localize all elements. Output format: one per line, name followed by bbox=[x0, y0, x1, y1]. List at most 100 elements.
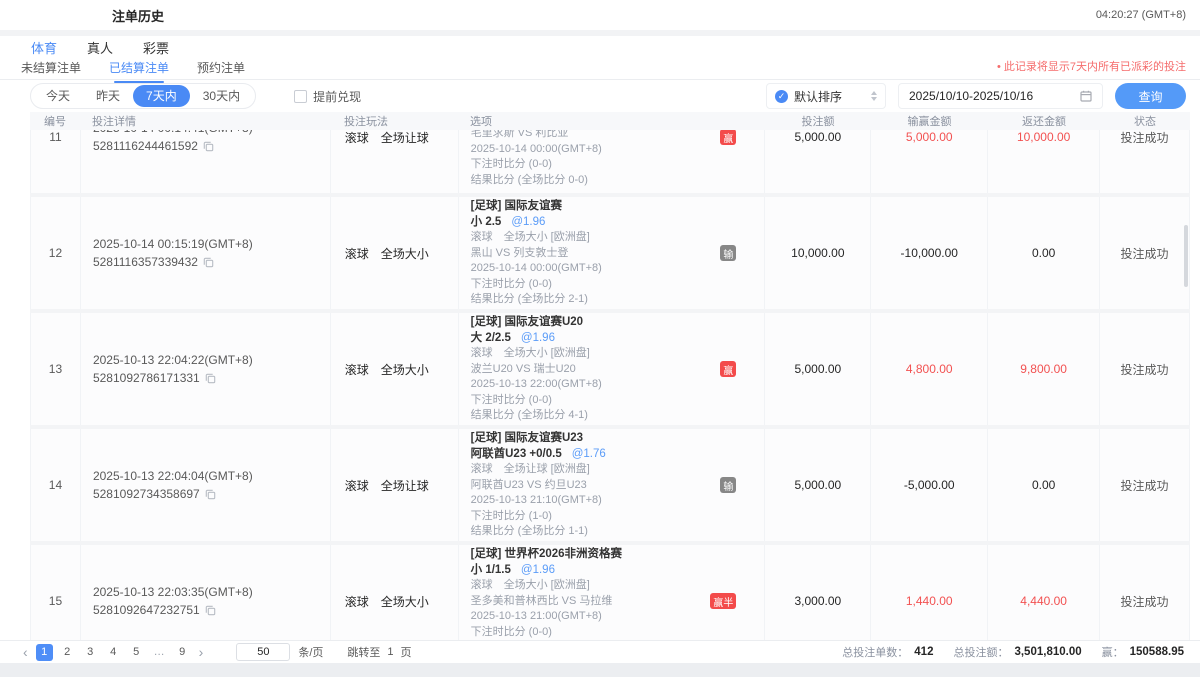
per-page-label: 条/页 bbox=[298, 644, 323, 660]
bet-selection: 大 2/2.5@1.96 bbox=[471, 330, 713, 346]
bet-play-type: 滚球 全场大小 bbox=[331, 313, 459, 425]
jump-page-suffix: 页 bbox=[401, 644, 412, 660]
order-number: 5281116244461592 bbox=[93, 139, 198, 153]
page-number-button[interactable]: 4 bbox=[105, 644, 122, 661]
sort-dropdown[interactable]: ✓ 默认排序 bbox=[766, 83, 886, 109]
option-line: 2025-10-13 21:10(GMT+8) bbox=[471, 493, 713, 509]
title-bar: 注单历史 04:20:27 (GMT+8) bbox=[0, 0, 1200, 30]
option-line: 2025-10-14 00:00(GMT+8) bbox=[471, 261, 713, 277]
page-number-button[interactable]: 9 bbox=[174, 644, 191, 661]
order-number: 5281116357339432 bbox=[93, 255, 198, 269]
column-header: 状态 bbox=[1100, 113, 1190, 129]
range-filter-button[interactable]: 昨天 bbox=[83, 85, 133, 107]
result-badge: 赢 bbox=[720, 361, 736, 377]
bet-detail: 2025-10-14 00:15:19(GMT+8) 5281116357339… bbox=[81, 197, 331, 309]
sub-tab[interactable]: 预约注单 bbox=[196, 58, 246, 82]
jump-label: 跳转至 bbox=[347, 644, 380, 660]
option-line: 2025-10-14 00:00(GMT+8) bbox=[471, 142, 713, 158]
option-line: 阿联酋U23 VS 约旦U23 bbox=[471, 478, 713, 494]
table-row: 14 2025-10-13 22:04:04(GMT+8) 5281092734… bbox=[30, 429, 1190, 541]
range-filter-button[interactable]: 今天 bbox=[33, 85, 83, 107]
winloss-amount: 4,800.00 bbox=[871, 313, 988, 425]
bet-play-type: 滚球 全场让球 bbox=[331, 130, 459, 193]
column-header: 返还金额 bbox=[988, 113, 1100, 129]
total-win-label: 赢： bbox=[1102, 644, 1124, 660]
column-header: 选项 bbox=[458, 113, 765, 129]
prev-page-button[interactable]: ‹ bbox=[18, 644, 33, 660]
payout-amount: 4,440.00 bbox=[988, 545, 1100, 640]
bet-number: 14 bbox=[31, 429, 81, 541]
bet-status: 投注成功 bbox=[1100, 130, 1190, 193]
odds-value: @1.96 bbox=[521, 332, 555, 344]
range-filter-button[interactable]: 30天内 bbox=[190, 85, 253, 107]
date-range-picker[interactable]: 2025/10/10-2025/10/16 bbox=[898, 83, 1103, 109]
order-number: 5281092786171331 bbox=[93, 371, 200, 385]
payout-amount: 0.00 bbox=[988, 197, 1100, 309]
match-title: [足球] 国际友谊赛 bbox=[471, 198, 713, 214]
table-row: 15 2025-10-13 22:03:35(GMT+8) 5281092647… bbox=[30, 545, 1190, 640]
odds-value: @1.96 bbox=[521, 564, 555, 576]
page-size-input[interactable]: 50 bbox=[236, 643, 290, 661]
scrollbar-thumb[interactable] bbox=[1184, 225, 1188, 287]
totals-summary: 总投注单数： 412 总投注额： 3,501,810.00 赢： 150588.… bbox=[828, 644, 1184, 660]
date-range-group: 今天昨天7天内30天内 bbox=[30, 83, 256, 109]
selection-text: 小 1/1.5 bbox=[471, 564, 511, 576]
table-row: 13 2025-10-13 22:04:22(GMT+8) 5281092786… bbox=[30, 313, 1190, 425]
check-circle-icon: ✓ bbox=[775, 90, 788, 103]
option-line: 结果比分 (全场比分 2-1) bbox=[471, 292, 713, 308]
winloss-amount: 5,000.00 bbox=[871, 130, 988, 193]
option-line: 滚球 全场大小 [欧洲盘] bbox=[471, 578, 713, 594]
bet-detail: 2025-10-13 22:04:04(GMT+8) 5281092734358… bbox=[81, 429, 331, 541]
sort-arrows-icon bbox=[871, 91, 877, 101]
option-line: 下注时比分 (0-0) bbox=[471, 393, 713, 409]
sub-tab[interactable]: 已结算注单 bbox=[108, 58, 170, 82]
early-cashout-checkbox[interactable]: 提前兑现 bbox=[294, 88, 361, 105]
page-number-button[interactable]: 1 bbox=[36, 644, 53, 661]
checkbox-label: 提前兑现 bbox=[313, 88, 361, 105]
column-header: 投注详情 bbox=[80, 113, 330, 129]
status-subtabs: 未结算注单已结算注单预约注单• 此记录将显示7天内所有已派彩的投注 bbox=[0, 58, 1200, 80]
page-title: 注单历史 bbox=[112, 6, 164, 25]
copy-icon[interactable] bbox=[203, 257, 214, 268]
checkbox-box[interactable] bbox=[294, 90, 307, 103]
winloss-amount: -10,000.00 bbox=[871, 197, 988, 309]
copy-icon[interactable] bbox=[205, 373, 216, 384]
winloss-amount: 1,440.00 bbox=[871, 545, 988, 640]
copy-icon[interactable] bbox=[205, 489, 216, 500]
bet-status: 投注成功 bbox=[1100, 197, 1190, 309]
range-filter-button[interactable]: 7天内 bbox=[133, 85, 190, 107]
order-number: 5281092734358697 bbox=[93, 487, 200, 501]
copy-icon[interactable] bbox=[205, 605, 216, 616]
option-line: 滚球 全场大小 [欧洲盘] bbox=[471, 230, 713, 246]
column-header: 编号 bbox=[30, 113, 80, 129]
page-number-button[interactable]: 2 bbox=[59, 644, 76, 661]
bottom-strip bbox=[0, 663, 1200, 677]
jump-page-value[interactable]: 1 bbox=[387, 646, 393, 658]
bet-number: 11 bbox=[31, 130, 81, 193]
option-line: 下注时比分 (0-0) bbox=[471, 277, 713, 293]
bet-play-type: 滚球 全场让球 bbox=[331, 429, 459, 541]
total-stake-label: 总投注额： bbox=[953, 644, 1008, 660]
page-number-button[interactable]: 3 bbox=[82, 644, 99, 661]
result-badge: 赢半 bbox=[710, 593, 736, 609]
option-line: 结果比分 (全场比分 0-0) bbox=[471, 173, 713, 189]
bet-history-page: 注单历史 04:20:27 (GMT+8) 体育真人彩票 未结算注单已结算注单预… bbox=[0, 0, 1200, 677]
stake-amount: 5,000.00 bbox=[765, 130, 871, 193]
page-number-button[interactable]: 5 bbox=[128, 644, 145, 661]
bet-number: 15 bbox=[31, 545, 81, 640]
copy-icon[interactable] bbox=[203, 141, 214, 152]
bet-play-type: 滚球 全场大小 bbox=[331, 197, 459, 309]
next-page-button[interactable]: › bbox=[194, 644, 209, 660]
bet-time: 2025-10-13 22:04:04(GMT+8) bbox=[93, 469, 330, 483]
option-line: 毛里求斯 VS 利比亚 bbox=[471, 130, 713, 142]
bet-option: [足球] 国际友谊赛U23阿联酋U23 +0/0.5@1.76滚球 全场让球 [… bbox=[459, 429, 766, 541]
stake-amount: 3,000.00 bbox=[765, 545, 871, 640]
calendar-icon bbox=[1080, 90, 1092, 102]
order-number: 5281092647232751 bbox=[93, 603, 200, 617]
option-line: 黑山 VS 列支敦士登 bbox=[471, 246, 713, 262]
table-header: 编号投注详情投注玩法选项投注额输赢金额返还金额状态 bbox=[30, 112, 1190, 130]
sub-tab[interactable]: 未结算注单 bbox=[20, 58, 82, 82]
bet-option: [足球] 国际友谊赛U20大 2/2.5@1.96滚球 全场大小 [欧洲盘]波兰… bbox=[459, 313, 766, 425]
bet-selection: 小 1/1.5 @1.96 bbox=[471, 562, 713, 578]
search-button[interactable]: 查询 bbox=[1115, 83, 1186, 109]
